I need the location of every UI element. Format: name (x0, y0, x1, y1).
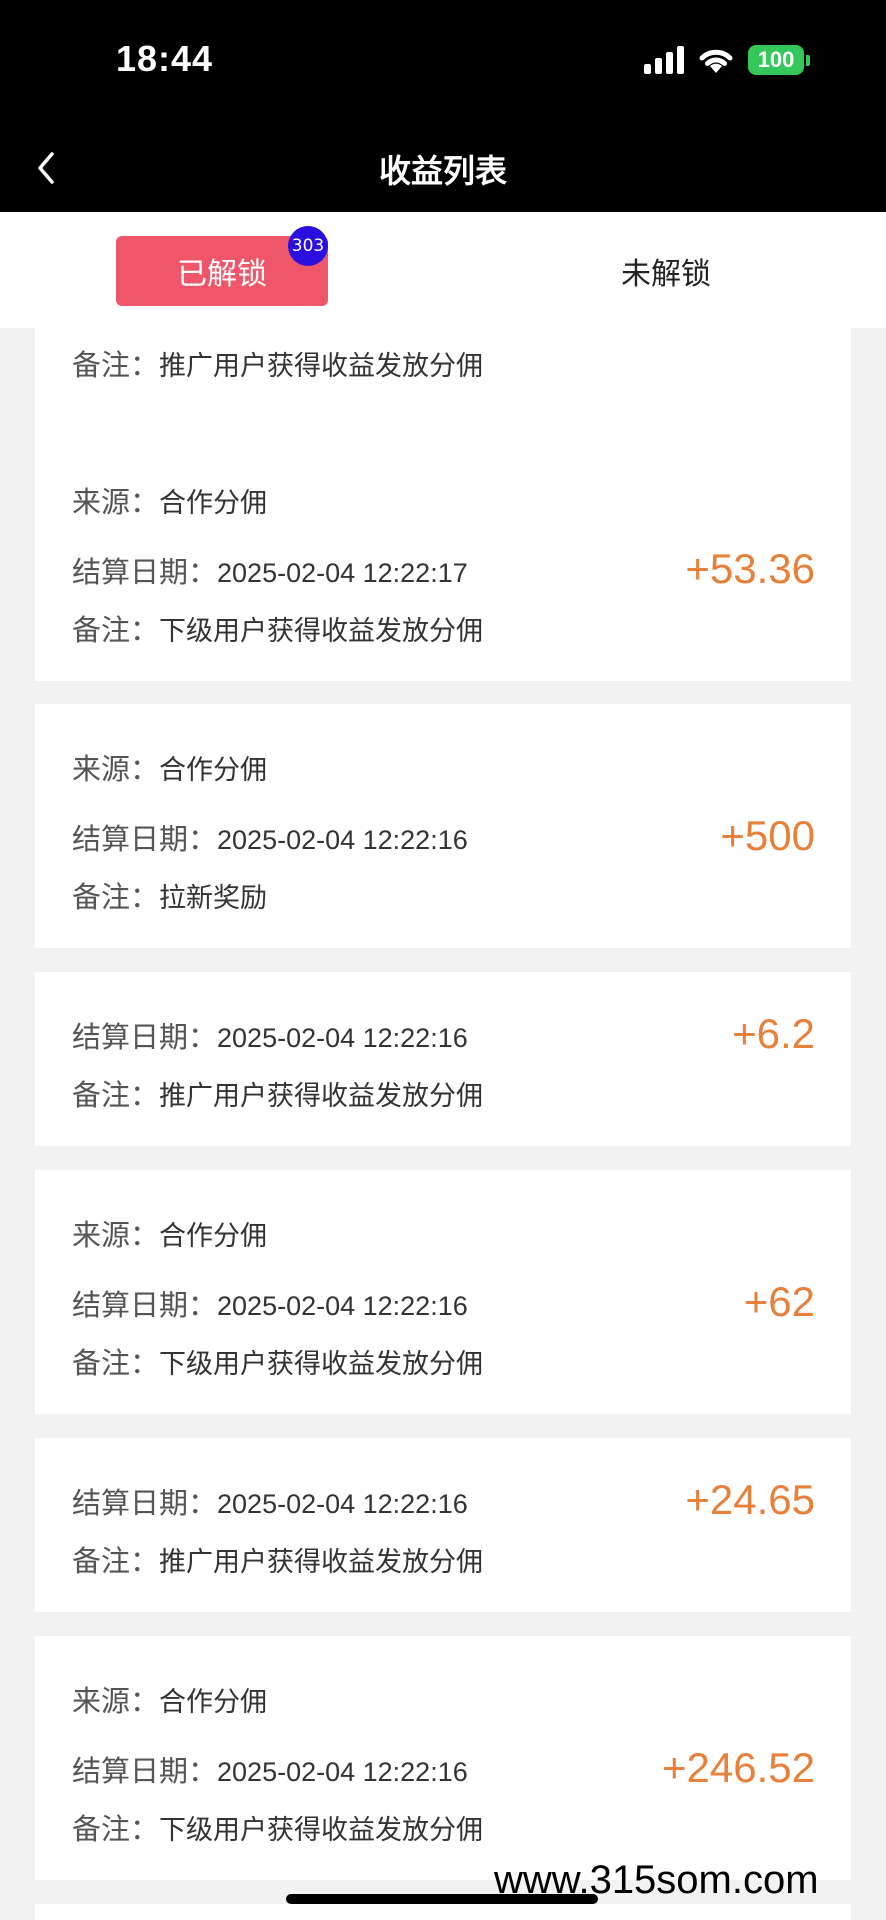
watermark: www.315som.com (494, 1858, 819, 1902)
note-label: 备注： (72, 1812, 160, 1846)
date-label: 结算日期： (72, 1754, 218, 1788)
amount: +500 (720, 812, 815, 859)
date-value: 2025-02-04 12:22:16 (217, 1757, 468, 1787)
note-value: 推广用户获得收益发放分佣 (159, 351, 484, 382)
source-row: 来源： 合作分佣 (72, 479, 267, 521)
date-row: 结算日期： 2025-02-04 12:22:16 (72, 1014, 468, 1056)
battery-level: 100 (748, 45, 804, 75)
note-row: 备注： 推广用户获得收益发放分佣 (72, 342, 483, 384)
note-row: 备注： 下级用户获得收益发放分佣 (72, 1340, 483, 1382)
source-value: 合作分佣 (159, 488, 268, 519)
date-label: 结算日期： (72, 822, 218, 856)
note-row: 备注： 拉新奖励 (72, 874, 267, 916)
date-row: 结算日期： 2025-02-04 12:22:16 (72, 1282, 468, 1324)
source-label: 来源： (72, 752, 160, 786)
date-row: 结算日期： 2025-02-04 12:22:16 (72, 1748, 468, 1790)
tab-bar: 已解锁 未解锁 (0, 212, 886, 328)
date-value: 2025-02-04 12:22:16 (217, 1291, 468, 1321)
note-value: 推广用户获得收益发放分佣 (159, 1547, 484, 1578)
date-label: 结算日期： (72, 1486, 218, 1520)
status-time: 18:44 (116, 38, 214, 79)
wifi-icon (699, 49, 733, 73)
date-row: 结算日期： 2025-02-04 12:22:17 (72, 549, 468, 591)
note-label: 备注： (72, 1346, 160, 1380)
source-value: 合作分佣 (159, 755, 268, 786)
note-row: 备注： 下级用户获得收益发放分佣 (72, 607, 483, 649)
tab-locked[interactable]: 未解锁 (560, 236, 772, 306)
date-label: 结算日期： (72, 555, 218, 589)
note-row: 备注： 推广用户获得收益发放分佣 (72, 1072, 483, 1114)
nav-bar: 收益列表 (0, 128, 886, 212)
note-label: 备注： (72, 1544, 160, 1578)
note-label: 备注： (72, 613, 160, 647)
date-label: 结算日期： (72, 1020, 218, 1054)
page-title: 收益列表 (378, 152, 507, 190)
date-value: 2025-02-04 12:22:16 (217, 1023, 468, 1053)
date-value: 2025-02-04 12:22:16 (217, 1489, 468, 1519)
note-label: 备注： (72, 1078, 160, 1112)
tab-unlocked-label: 已解锁 (177, 257, 267, 292)
note-value: 推广用户获得收益发放分佣 (159, 1081, 484, 1112)
note-label: 备注： (72, 348, 160, 382)
source-label: 来源： (72, 1218, 160, 1252)
date-label: 结算日期： (72, 1288, 218, 1322)
source-value: 合作分佣 (159, 1687, 268, 1718)
status-icons: 100 (644, 44, 810, 76)
source-row: 来源： 合作分佣 (72, 1212, 267, 1254)
amount: +6.2 (732, 1010, 815, 1057)
earning-card[interactable]: 来源： 合作分佣 结算日期： 2025-02-04 12:22:16 备注： 下… (35, 1636, 851, 1880)
date-value: 2025-02-04 12:22:16 (217, 825, 468, 855)
source-label: 来源： (72, 1684, 160, 1718)
earning-card[interactable]: 结算日期： 2025-02-04 12:22:16 备注： 推广用户获得收益发放… (35, 972, 851, 1146)
amount: +24.65 (685, 1476, 815, 1523)
note-value: 下级用户获得收益发放分佣 (159, 616, 484, 647)
earnings-list[interactable]: 备注： 推广用户获得收益发放分佣 来源： 合作分佣 结算日期： 2025-02-… (0, 328, 886, 1920)
amount: +62 (743, 1278, 815, 1325)
note-value: 下级用户获得收益发放分佣 (159, 1815, 484, 1846)
tab-locked-label: 未解锁 (621, 257, 711, 292)
note-value: 拉新奖励 (159, 883, 268, 914)
unlocked-count-badge: 303 (288, 226, 328, 266)
earning-card[interactable] (35, 1904, 851, 1920)
source-row: 来源： 合作分佣 (72, 746, 267, 788)
note-label: 备注： (72, 880, 160, 914)
cellular-signal-icon (644, 46, 684, 74)
battery-icon: 100 (748, 45, 810, 75)
date-value: 2025-02-04 12:22:17 (217, 558, 468, 588)
earning-card[interactable]: 来源： 合作分佣 结算日期： 2025-02-04 12:22:17 备注： 下… (35, 437, 851, 681)
earning-card[interactable]: 来源： 合作分佣 结算日期： 2025-02-04 12:22:16 备注： 拉… (35, 704, 851, 948)
amount: +246.52 (662, 1744, 815, 1791)
note-row: 备注： 下级用户获得收益发放分佣 (72, 1806, 483, 1848)
note-row: 备注： 推广用户获得收益发放分佣 (72, 1538, 483, 1580)
source-row: 来源： 合作分佣 (72, 1678, 267, 1720)
source-value: 合作分佣 (159, 1221, 268, 1252)
source-label: 来源： (72, 485, 160, 519)
date-row: 结算日期： 2025-02-04 12:22:16 (72, 1480, 468, 1522)
note-value: 下级用户获得收益发放分佣 (159, 1349, 484, 1380)
earning-card[interactable]: 备注： 推广用户获得收益发放分佣 (35, 328, 851, 442)
earning-card[interactable]: 结算日期： 2025-02-04 12:22:16 备注： 推广用户获得收益发放… (35, 1438, 851, 1612)
amount: +53.36 (685, 545, 815, 592)
status-bar: 18:44 100 (0, 0, 886, 128)
earning-card[interactable]: 来源： 合作分佣 结算日期： 2025-02-04 12:22:16 备注： 下… (35, 1170, 851, 1414)
date-row: 结算日期： 2025-02-04 12:22:16 (72, 816, 468, 858)
